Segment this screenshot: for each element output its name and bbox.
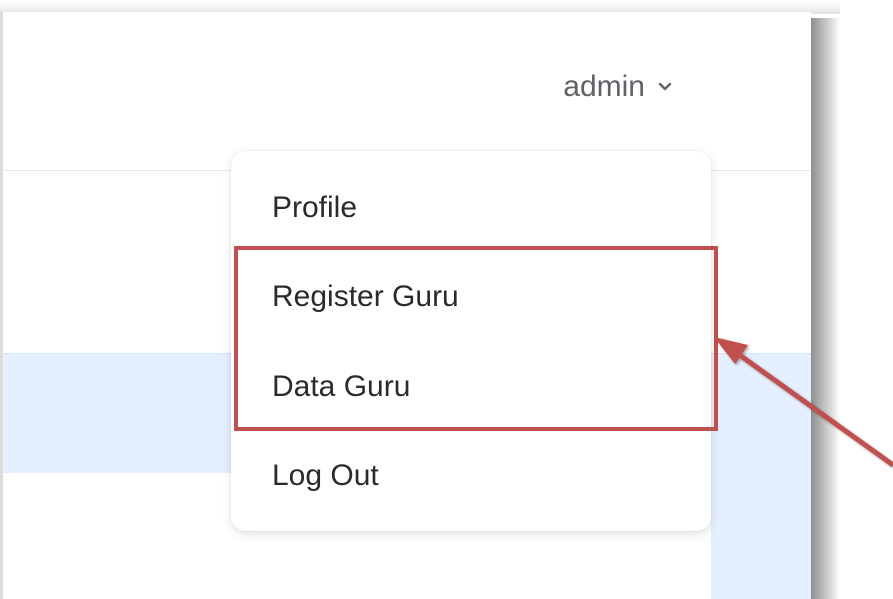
content-side-panel: [711, 473, 811, 599]
menu-item-register-guru[interactable]: Register Guru: [272, 280, 459, 314]
top-navbar: admin: [0, 12, 811, 171]
chevron-down-icon: [658, 82, 672, 91]
user-dropdown-menu: Profile Register Guru Data Guru Log Out: [231, 151, 711, 531]
menu-item-data-guru[interactable]: Data Guru: [272, 370, 410, 404]
user-name-label: admin: [563, 70, 645, 103]
menu-item-log-out[interactable]: Log Out: [272, 459, 379, 493]
screenshot-stage: admin Profile Register Guru Data Guru Lo…: [0, 0, 893, 599]
window-right-shadow: [810, 18, 840, 599]
user-menu-toggle[interactable]: admin: [563, 70, 673, 104]
menu-item-profile[interactable]: Profile: [272, 191, 357, 225]
window-left-border: [0, 12, 3, 599]
